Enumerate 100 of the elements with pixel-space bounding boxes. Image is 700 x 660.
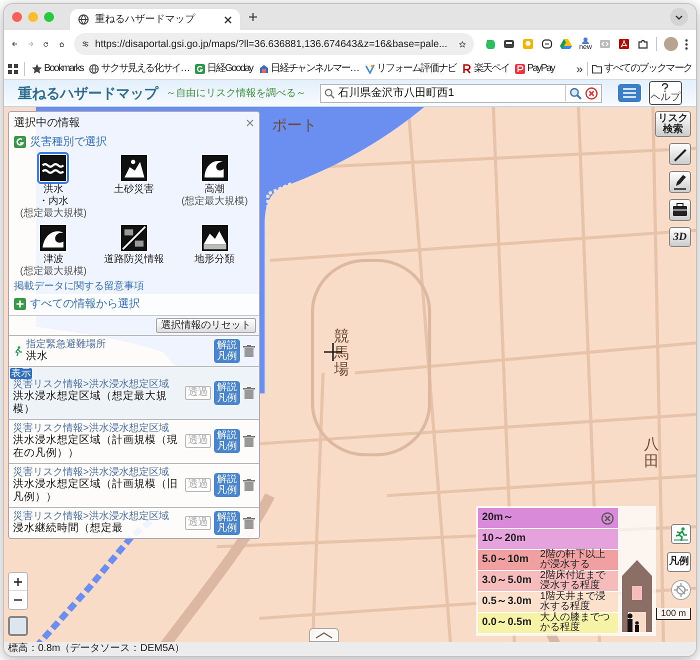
wave-icon xyxy=(202,155,228,181)
hazard-label: 高潮 xyxy=(204,184,225,196)
star-icon[interactable] xyxy=(459,38,466,50)
hazard-label: 地形分類 xyxy=(194,254,235,266)
clear-icon[interactable] xyxy=(584,86,598,100)
map-label: ポート xyxy=(272,116,317,136)
search-input[interactable]: 石川県金沢市八田町西1 xyxy=(338,84,562,102)
g-logo-icon xyxy=(195,64,206,74)
bookmark-item[interactable]: 楽天ペイ xyxy=(460,61,510,76)
map-label: 競馬場 xyxy=(334,329,349,378)
depth-range: 0.5～3.0m xyxy=(482,594,533,610)
disaster-type-tab[interactable]: 災害種別で選択 xyxy=(9,132,259,152)
landslide-icon xyxy=(120,155,147,181)
layer-category: 災害リスク情報>洪水浸水想定区域 xyxy=(13,378,170,390)
section-label: すべての情報から選択 xyxy=(30,297,140,312)
layer-name: 洪水浸水想定区域（想定最大規模） xyxy=(13,390,168,416)
all-info-tab[interactable]: すべての情報から選択 xyxy=(9,294,259,314)
hazard-option[interactable]: 津波 (想定最大規模) xyxy=(13,222,94,277)
road-icon xyxy=(120,225,147,251)
legend-button[interactable]: 解説凡例 xyxy=(214,338,240,362)
p-logo-icon xyxy=(515,64,526,74)
running-person-icon xyxy=(674,527,688,541)
address-bar[interactable]: https://disaportal.gsi.go.jp/maps/?ll=36.636881,136.674643&z=16&base=pale... xyxy=(74,33,474,55)
extension-icon[interactable] xyxy=(503,38,516,50)
reset-button[interactable]: 選択情報のリセット xyxy=(156,318,256,332)
bookmark-item[interactable]: リフォーム評価ナビ xyxy=(364,61,457,76)
scale-bar: 100 m xyxy=(656,608,691,620)
layer-category: 災害リスク情報>洪水浸水想定区域 xyxy=(13,422,170,434)
globe-icon xyxy=(89,64,100,74)
base-map-thumbnail[interactable] xyxy=(8,616,28,636)
bookmark-item[interactable]: Bookmarks xyxy=(31,61,84,76)
close-icon[interactable] xyxy=(224,16,232,24)
bookmark-label: サクサ見える化サイ… xyxy=(101,62,190,76)
toolbox-button[interactable] xyxy=(669,199,691,221)
hazard-option[interactable]: 高潮 (想定最大規模) xyxy=(174,152,255,219)
hazard-label: 道路防災情報 xyxy=(104,254,164,266)
return-arrow-icon xyxy=(14,136,26,148)
expand-up-button[interactable] xyxy=(309,628,339,642)
hazard-label: ・内水 xyxy=(38,196,68,208)
hazard-option[interactable]: 道路防災情報 xyxy=(94,222,174,277)
hazard-label: 津波 xyxy=(43,254,64,266)
notice-link[interactable]: 掲載データに関する留意事項 xyxy=(9,279,259,294)
legend-button[interactable]: 解説凡例 xyxy=(214,510,240,534)
trash-icon[interactable] xyxy=(243,479,255,491)
app-subtitle: ～自由にリスク情報を調べる～ xyxy=(166,86,306,100)
menu-button[interactable] xyxy=(618,84,641,102)
hazard-note: (想定最大規模) xyxy=(20,266,87,277)
bookmark-label: Bookmarks xyxy=(44,62,84,76)
pdf-icon[interactable] xyxy=(618,38,630,50)
chevron-up-icon xyxy=(315,632,333,638)
3d-button[interactable]: 3D xyxy=(669,227,691,247)
bookmark-label: 日経チャンネルマー… xyxy=(270,62,359,76)
bookmark-item[interactable]: PayPay xyxy=(514,61,556,76)
running-person-icon xyxy=(13,346,23,356)
trash-icon[interactable] xyxy=(243,386,255,398)
hazard-option[interactable]: 地形分類 xyxy=(174,222,255,277)
back-arrow-icon[interactable] xyxy=(12,39,18,49)
line-draw-button[interactable] xyxy=(669,143,691,165)
legend-button[interactable]: 解説凡例 xyxy=(214,473,240,497)
search-icon[interactable] xyxy=(568,86,582,100)
tab-search-button[interactable] xyxy=(670,8,688,26)
waves-icon xyxy=(40,155,66,181)
overflow-chevron[interactable]: » xyxy=(576,60,583,78)
apps-grid-icon[interactable] xyxy=(8,64,18,74)
panel-title: 選択中の情報 xyxy=(14,116,80,131)
triangle-icon[interactable] xyxy=(560,38,572,50)
browser-tab[interactable]: 重ねるハザードマップ xyxy=(70,9,240,30)
bookmark-item[interactable]: 日経チャンネルマー… xyxy=(258,61,360,76)
status-bar: 標高：0.8m（データソース：DEM5A） xyxy=(4,642,696,656)
trash-icon[interactable] xyxy=(243,516,255,528)
depth-description: 2階の軒下以上が浸水する xyxy=(540,550,607,570)
bookmark-label: PayPay xyxy=(527,62,554,76)
hazard-option[interactable]: 洪水 ・内水 (想定最大規模) xyxy=(13,152,94,219)
puzzle-icon[interactable] xyxy=(636,38,649,50)
r-logo-icon xyxy=(462,64,472,74)
tune-icon[interactable] xyxy=(82,39,90,49)
address-search-field[interactable]: 石川県金沢市八田町西1 xyxy=(320,84,602,102)
house-icon xyxy=(258,64,269,74)
pen-button[interactable] xyxy=(669,171,691,193)
legend-button[interactable]: 解説凡例 xyxy=(214,429,240,453)
forward-arrow-icon[interactable] xyxy=(28,39,34,49)
depth-range: 5.0～10m xyxy=(482,552,530,568)
legend-button[interactable]: 解説凡例 xyxy=(214,380,240,404)
hazard-label: 土砂災害 xyxy=(114,184,154,196)
trash-icon[interactable] xyxy=(243,435,255,447)
depth-range: 0.0～0.5m xyxy=(482,615,533,630)
hazard-option[interactable]: 土砂災害 xyxy=(94,152,174,219)
bookmark-item[interactable]: 日経Gooday xyxy=(194,61,254,76)
risk-search-button[interactable]: リスク検索 xyxy=(655,111,691,137)
window-close-button[interactable] xyxy=(12,12,22,22)
legend-button[interactable]: 凡例 xyxy=(667,552,691,572)
layer-name: 洪水浸水想定区域（計画規模（現在の凡例）） xyxy=(13,434,179,460)
bookmark-item[interactable]: サクサ見える化サイ… xyxy=(88,61,190,76)
evacuation-button[interactable] xyxy=(671,524,691,544)
help-button[interactable]: ヘルプ xyxy=(648,81,682,105)
trash-icon[interactable] xyxy=(243,344,255,356)
kebab-menu-icon[interactable] xyxy=(684,38,688,50)
user-icon[interactable] xyxy=(581,37,590,44)
app-title: 重ねるハザードマップ xyxy=(18,84,158,102)
new-tab-icon[interactable] xyxy=(248,12,258,22)
